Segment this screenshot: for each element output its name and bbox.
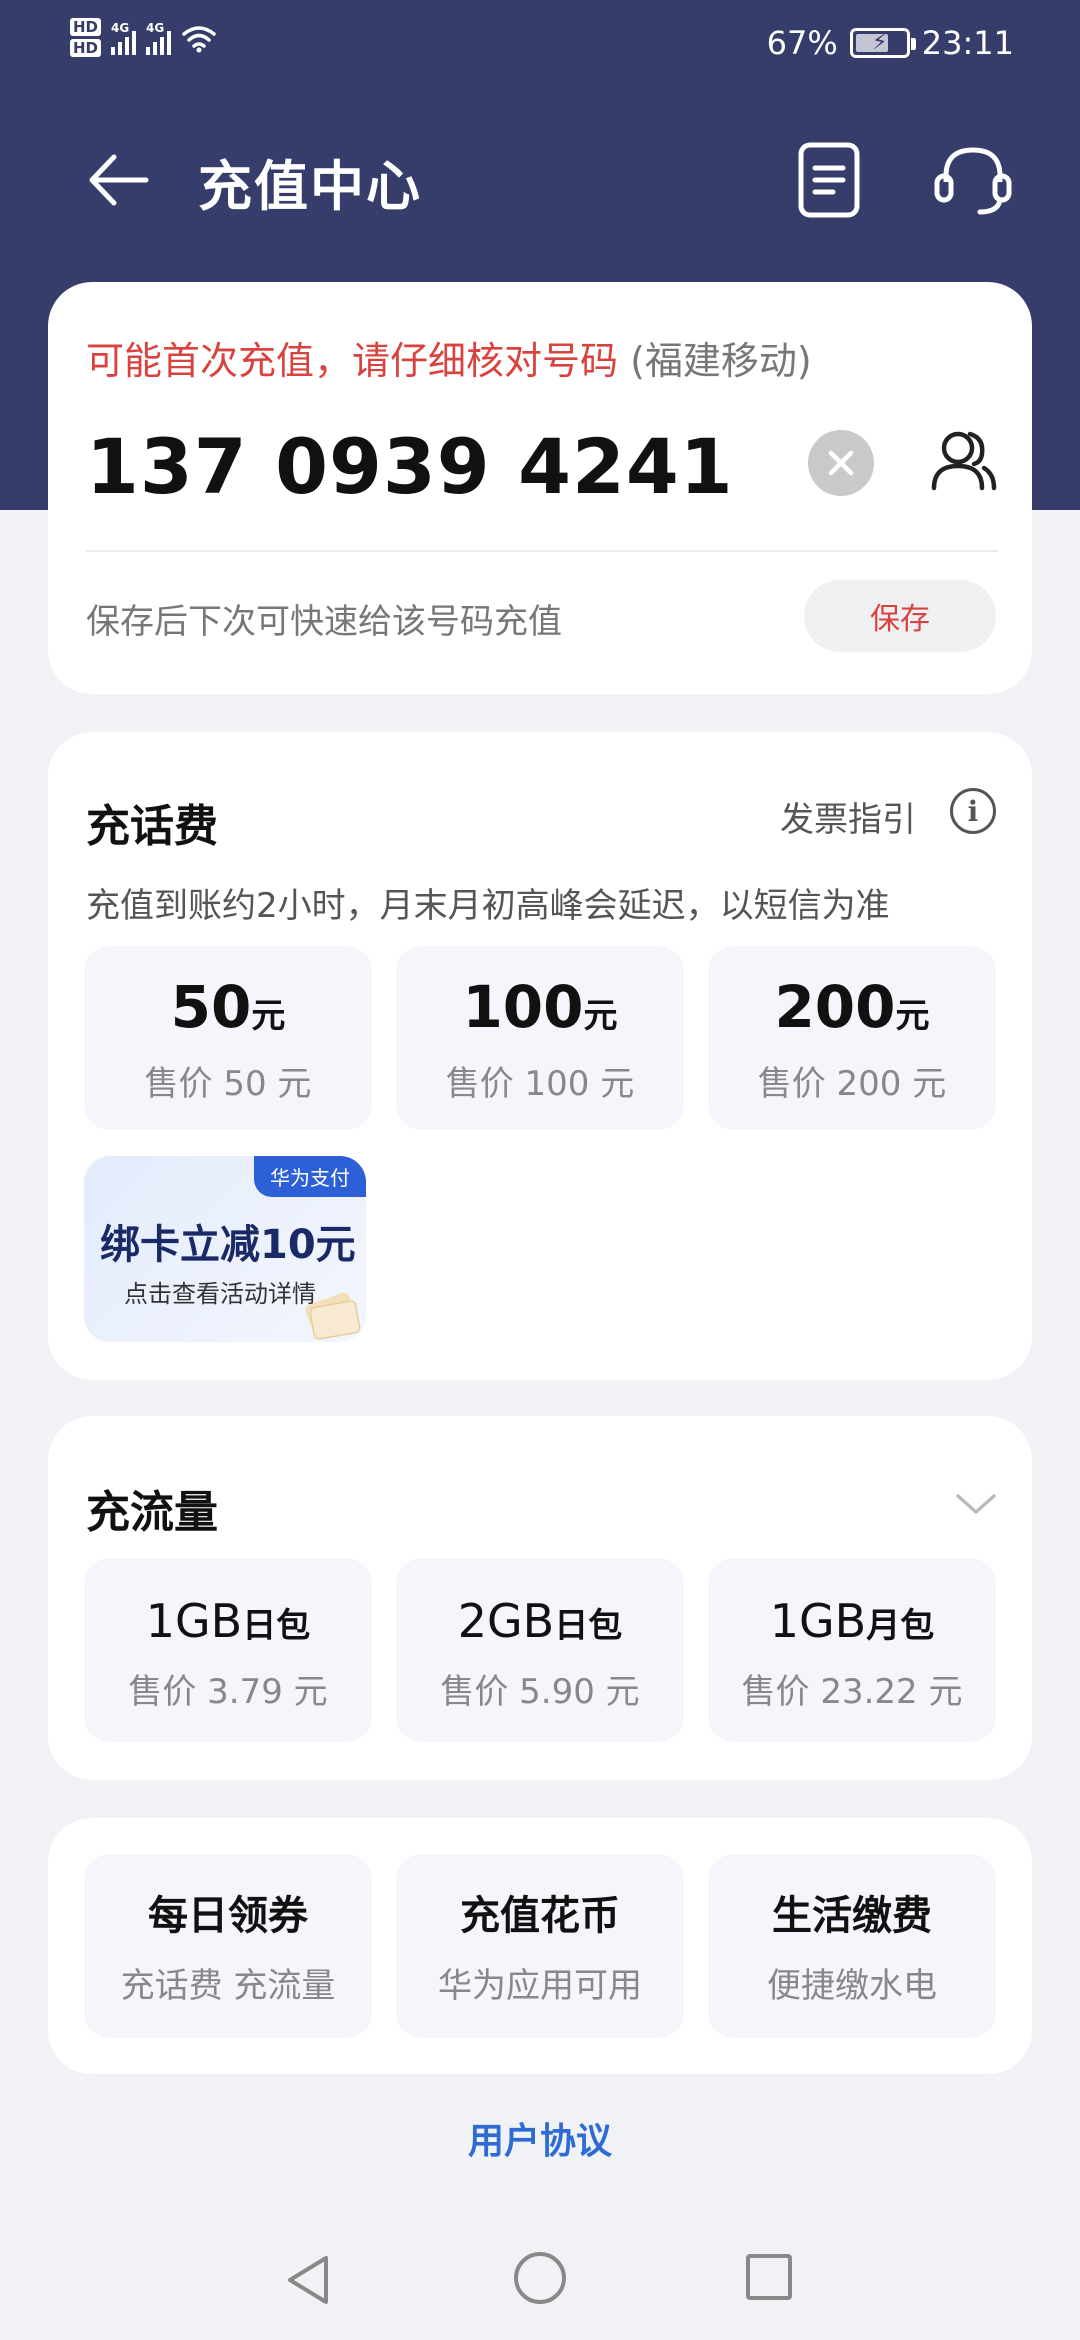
hd-badges: HD HD [70,18,102,57]
option-unit: 元 [583,996,618,1036]
option-amount: 2GB [457,1594,555,1648]
back-arrow-icon[interactable] [84,144,156,216]
operator-label: (福建移动) [630,339,812,383]
hd-badge-2: HD [70,39,102,57]
user-agreement-link[interactable]: 用户协议 [0,2112,1080,2164]
promo-badge: 华为支付 [254,1156,366,1197]
status-right: 67% ⚡ 23:11 [767,24,1014,62]
option-amount: 100 [462,973,584,1041]
option-price: 售价 3.79 元 [128,1672,328,1712]
bank-card-icon [305,1292,361,1340]
service-huawei-coins[interactable]: 充值花币 华为应用可用 [396,1854,684,2038]
topup-note: 充值到账约2小时，月末月初高峰会延迟，以短信为准 [86,886,890,926]
data-option-1gb-month[interactable]: 1GB月包 售价 23.22 元 [708,1558,996,1742]
service-daily-coupon[interactable]: 每日领券 充话费 充流量 [84,1854,372,2038]
data-plan-card: 充流量 1GB日包 售价 3.79 元 2GB日包 售价 5.90 元 1GB月… [48,1416,1032,1780]
status-bar: HD HD 4G 4G 67% ⚡ 23:11 [0,0,1080,90]
battery-icon: ⚡ [849,28,916,58]
option-unit: 日包 [242,1606,311,1646]
app-header: 充值中心 [0,120,1080,240]
option-unit: 元 [895,996,930,1036]
close-icon [828,450,854,476]
option-amount: 200 [774,973,896,1041]
invoice-guide-link[interactable]: 发票指引 [780,792,916,841]
hd-badge-1: HD [70,18,102,36]
first-topup-warning: 可能首次充值，请仔细核对号码 (福建移动) [86,330,812,385]
phone-number-card: 可能首次充值，请仔细核对号码 (福建移动) 137 0939 4241 保存后下… [48,282,1032,694]
service-title: 充值花币 [460,1893,620,1939]
service-title: 每日领券 [148,1893,308,1939]
service-subtitle: 充话费 充流量 [120,1966,336,2006]
signal-icon: 4G [111,20,137,55]
warning-text: 可能首次充值，请仔细核对号码 [86,339,619,383]
save-button[interactable]: 保存 [804,580,996,652]
network-type-2: 4G [146,20,165,35]
page-title: 充值中心 [198,155,422,218]
data-section-title: 充流量 [86,1487,218,1538]
wifi-icon [182,25,216,52]
nav-back-icon[interactable] [282,2252,338,2308]
nav-recent-apps-icon[interactable] [746,2254,792,2300]
service-utility-bills[interactable]: 生活缴费 便捷缴水电 [708,1854,996,2038]
phone-topup-card: 充话费 发票指引 i 充值到账约2小时，月末月初高峰会延迟，以短信为准 50元 … [48,732,1032,1380]
option-unit: 元 [251,996,286,1036]
save-hint: 保存后下次可快速给该号码充值 [86,602,562,642]
option-price: 售价 50 元 [144,1064,312,1104]
promo-subtitle: 点击查看活动详情 [124,1280,316,1308]
option-price: 售价 5.90 元 [440,1672,640,1712]
option-unit: 日包 [554,1606,623,1646]
option-price: 售价 23.22 元 [741,1672,963,1712]
contacts-icon[interactable] [928,426,998,496]
option-price: 售价 100 元 [445,1064,635,1104]
network-type-1: 4G [111,20,130,35]
phone-number-input[interactable]: 137 0939 4241 [86,422,734,511]
nav-home-icon[interactable] [514,2252,566,2304]
battery-percent: 67% [766,24,838,62]
service-title: 生活缴费 [772,1893,932,1939]
bill-list-icon[interactable] [796,140,862,220]
option-unit: 月包 [866,1606,935,1646]
bind-card-promo-banner[interactable]: 华为支付 绑卡立减10元 点击查看活动详情 [84,1156,366,1342]
headset-icon[interactable] [932,140,1014,222]
option-amount: 1GB [145,1594,243,1648]
topup-option-200[interactable]: 200元 售价 200 元 [708,946,996,1130]
clear-button[interactable] [808,430,874,496]
topup-option-100[interactable]: 100元 售价 100 元 [396,946,684,1130]
services-card: 每日领券 充话费 充流量 充值花币 华为应用可用 生活缴费 便捷缴水电 [48,1818,1032,2074]
promo-title: 绑卡立减10元 [100,1222,356,1268]
signal-icon-2: 4G [146,20,172,55]
network-indicators: HD HD 4G 4G [70,18,217,57]
service-subtitle: 便捷缴水电 [767,1966,937,2006]
topup-section-title: 充话费 [86,801,218,852]
info-icon[interactable]: i [950,788,996,834]
service-subtitle: 华为应用可用 [438,1966,642,2006]
option-amount: 50 [170,973,252,1041]
clock: 23:11 [921,24,1014,62]
option-amount: 1GB [769,1594,867,1648]
option-price: 售价 200 元 [757,1064,947,1104]
chevron-down-icon[interactable] [954,1490,998,1518]
divider [86,550,998,552]
system-navigation-bar [0,2232,1080,2340]
data-option-2gb-day[interactable]: 2GB日包 售价 5.90 元 [396,1558,684,1742]
topup-option-50[interactable]: 50元 售价 50 元 [84,946,372,1130]
data-option-1gb-day[interactable]: 1GB日包 售价 3.79 元 [84,1558,372,1742]
